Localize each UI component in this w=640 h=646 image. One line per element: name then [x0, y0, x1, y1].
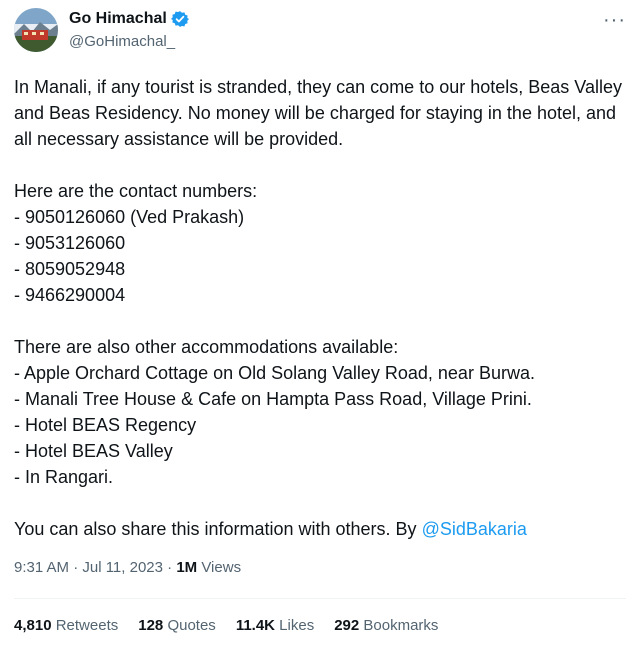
verified-badge-icon [170, 10, 189, 28]
accommodation-item: - In Rangari. [14, 467, 114, 487]
tweet-intro: In Manali, if any tourist is stranded, t… [14, 77, 622, 149]
accommodations-heading: There are also other accommodations avai… [14, 337, 399, 357]
more-options-icon[interactable]: ··· [603, 10, 626, 30]
avatar[interactable] [14, 8, 58, 52]
contact-item: - 9466290004 [14, 285, 126, 305]
likes-stat[interactable]: 11.4K Likes [236, 617, 314, 634]
accommodation-item: - Apple Orchard Cottage on Old Solang Va… [14, 363, 535, 383]
likes-count: 11.4K [235, 617, 276, 634]
engagement-stats: 4,810 Retweets 128 Quotes 11.4K Likes 29… [14, 617, 438, 634]
quotes-stat[interactable]: 128 Quotes [138, 617, 216, 634]
timestamp[interactable]: 9:31 AM · Jul 11, 2023 · [14, 559, 176, 576]
likes-label: Likes [275, 617, 315, 634]
contacts-heading: Here are the contact numbers: [14, 181, 258, 201]
bookmarks-stat[interactable]: 292 Bookmarks [334, 617, 438, 634]
retweets-stat[interactable]: 4,810 Retweets [14, 617, 118, 634]
tweet-meta: 9:31 AM · Jul 11, 2023 · 1M Views [14, 559, 241, 576]
tweet-closing: You can also share this information with… [14, 516, 624, 542]
quotes-label: Quotes [163, 617, 216, 634]
bookmarks-count: 292 [334, 617, 360, 634]
mention-link[interactable]: @SidBakaria [422, 519, 527, 539]
contact-item: - 8059052948 [14, 259, 126, 279]
tweet: Go Himachal @GoHimachal_ ··· In Manali, … [0, 0, 640, 646]
views-count: 1M [176, 559, 198, 576]
views-label: Views [197, 559, 242, 576]
tweet-text: In Manali, if any tourist is stranded, t… [14, 74, 624, 542]
accommodation-item: - Manali Tree House & Cafe on Hampta Pas… [14, 389, 532, 409]
author-handle[interactable]: @GoHimachal_ [69, 33, 175, 50]
retweets-count: 4,810 [14, 617, 52, 634]
retweets-label: Retweets [51, 617, 119, 634]
author-name-row[interactable]: Go Himachal [69, 10, 189, 28]
bookmarks-label: Bookmarks [359, 617, 439, 634]
quotes-count: 128 [138, 617, 164, 634]
divider [14, 598, 626, 599]
author-name[interactable]: Go Himachal [69, 10, 167, 28]
contact-item: - 9053126060 [14, 233, 126, 253]
contact-item: - 9050126060 (Ved Prakash) [14, 207, 245, 227]
accommodation-item: - Hotel BEAS Valley [14, 441, 173, 461]
accommodation-item: - Hotel BEAS Regency [14, 415, 197, 435]
closing-text: You can also share this information with… [14, 519, 422, 539]
